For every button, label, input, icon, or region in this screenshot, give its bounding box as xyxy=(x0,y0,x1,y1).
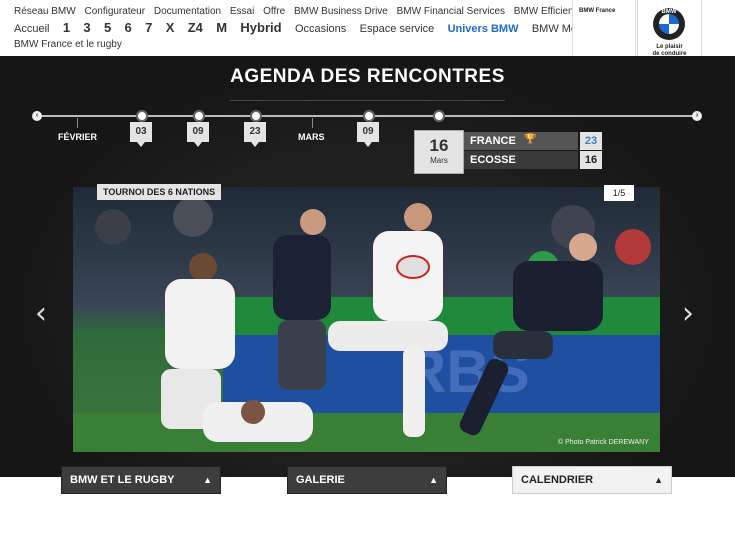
photo-credit: © Photo Patrick DEREWANY xyxy=(558,439,649,446)
tournament-tag: TOURNOI DES 6 NATIONS xyxy=(97,184,222,200)
match-day: 16 xyxy=(429,136,449,155)
bmw-rugby-label: BMW ET LE RUGBY xyxy=(70,474,175,486)
nav-occasions[interactable]: Occasions xyxy=(295,23,346,35)
nav-accueil[interactable]: Accueil xyxy=(14,23,49,35)
chevron-up-icon: ▲ xyxy=(654,475,663,485)
match-month: Mars xyxy=(430,156,448,165)
timeline-tick xyxy=(77,118,78,128)
date-marker[interactable]: 09 xyxy=(357,122,379,147)
bottom-bar: BMW ET LE RUGBY ▲ GALERIE ▲ CALENDRIER ▲ xyxy=(0,466,735,533)
agenda-stage: AGENDA DES RENCONTRES ‹ › FÉVRIER 03 09 … xyxy=(0,56,735,477)
rugby-match-photo: RBS xyxy=(73,187,660,452)
gallery-next-arrow-icon[interactable]: › xyxy=(682,296,694,331)
date-marker[interactable]: 23 xyxy=(244,122,266,147)
page-title: AGENDA DES RENCONTRES xyxy=(230,66,505,87)
gallery-prev-arrow-icon[interactable]: ‹ xyxy=(35,296,47,331)
galerie-button[interactable]: GALERIE ▲ xyxy=(287,466,447,494)
home-score: 23 xyxy=(580,132,602,150)
selected-match-date: 16 Mars xyxy=(414,130,464,174)
bmw-roundel-icon: BMW xyxy=(653,8,685,40)
away-score: 16 xyxy=(580,151,602,169)
date-marker[interactable]: 03 xyxy=(130,122,152,147)
timeline-next-icon[interactable]: › xyxy=(692,111,702,121)
nav-model-5[interactable]: 5 xyxy=(104,20,111,35)
date-marker[interactable]: 09 xyxy=(187,122,209,147)
galerie-label: GALERIE xyxy=(296,474,345,486)
nav-model-m[interactable]: M xyxy=(216,20,227,35)
nav-model-z4[interactable]: Z4 xyxy=(188,20,203,35)
nav-link-financial-services[interactable]: BMW Financial Services xyxy=(397,6,505,17)
breadcrumb[interactable]: BMW France et le rugby xyxy=(14,39,122,50)
timeline-prev-icon[interactable]: ‹ xyxy=(32,111,42,121)
player-ground xyxy=(203,400,313,442)
bmw-france-box: BMW France xyxy=(572,0,636,64)
nav-espace-service[interactable]: Espace service xyxy=(360,23,435,35)
photo-illustration: RBS xyxy=(73,187,660,452)
roundel-text: BMW xyxy=(661,9,677,15)
timeline-dot[interactable] xyxy=(193,110,205,122)
calendrier-label: CALENDRIER xyxy=(521,474,594,486)
nav-link-documentation[interactable]: Documentation xyxy=(154,6,221,17)
month-label-mars: MARS xyxy=(298,132,325,142)
title-divider xyxy=(230,100,505,101)
timeline-dot[interactable] xyxy=(363,110,375,122)
nav-univers-bmw[interactable]: Univers BMW xyxy=(448,23,519,35)
nav-link-business-drive[interactable]: BMW Business Drive xyxy=(294,6,388,17)
team-row-away: ECOSSE xyxy=(464,151,578,169)
nav-link-configurateur[interactable]: Configurateur xyxy=(84,6,145,17)
bmw-logo-box[interactable]: BMW Le plaisir de conduire xyxy=(637,0,702,64)
nav-model-6[interactable]: 6 xyxy=(125,20,132,35)
bmw-france-label: BMW France xyxy=(579,8,616,14)
nav-model-7[interactable]: 7 xyxy=(145,20,152,35)
main-nav: Accueil 1 3 5 6 7 X Z4 M Hybrid Occasion… xyxy=(14,20,616,35)
calendrier-button[interactable]: CALENDRIER ▲ xyxy=(512,466,672,494)
team-row-home: FRANCE xyxy=(464,132,578,150)
nav-link-essai[interactable]: Essai xyxy=(230,6,254,17)
chevron-up-icon: ▲ xyxy=(429,475,438,485)
nav-model-hybrid[interactable]: Hybrid xyxy=(240,20,281,35)
photo-counter: 1/5 xyxy=(604,185,634,201)
bmw-rugby-button[interactable]: BMW ET LE RUGBY ▲ xyxy=(61,466,221,494)
nav-model-x[interactable]: X xyxy=(166,20,175,35)
nav-link-offre[interactable]: Offre xyxy=(263,6,285,17)
month-label-fevrier: FÉVRIER xyxy=(58,132,98,142)
nav-model-3[interactable]: 3 xyxy=(83,20,90,35)
nav-link-reseau[interactable]: Réseau BMW xyxy=(14,6,76,17)
timeline-dot-selected[interactable] xyxy=(433,110,445,122)
timeline-tick xyxy=(312,118,313,128)
nav-model-1[interactable]: 1 xyxy=(63,20,70,35)
utility-nav: Réseau BMW Configurateur Documentation E… xyxy=(14,6,626,17)
player-scotland-1 xyxy=(273,209,331,390)
timeline-dot[interactable] xyxy=(136,110,148,122)
trophy-icon: 🏆 xyxy=(524,134,537,145)
chevron-up-icon: ▲ xyxy=(203,475,212,485)
timeline-dot[interactable] xyxy=(250,110,262,122)
